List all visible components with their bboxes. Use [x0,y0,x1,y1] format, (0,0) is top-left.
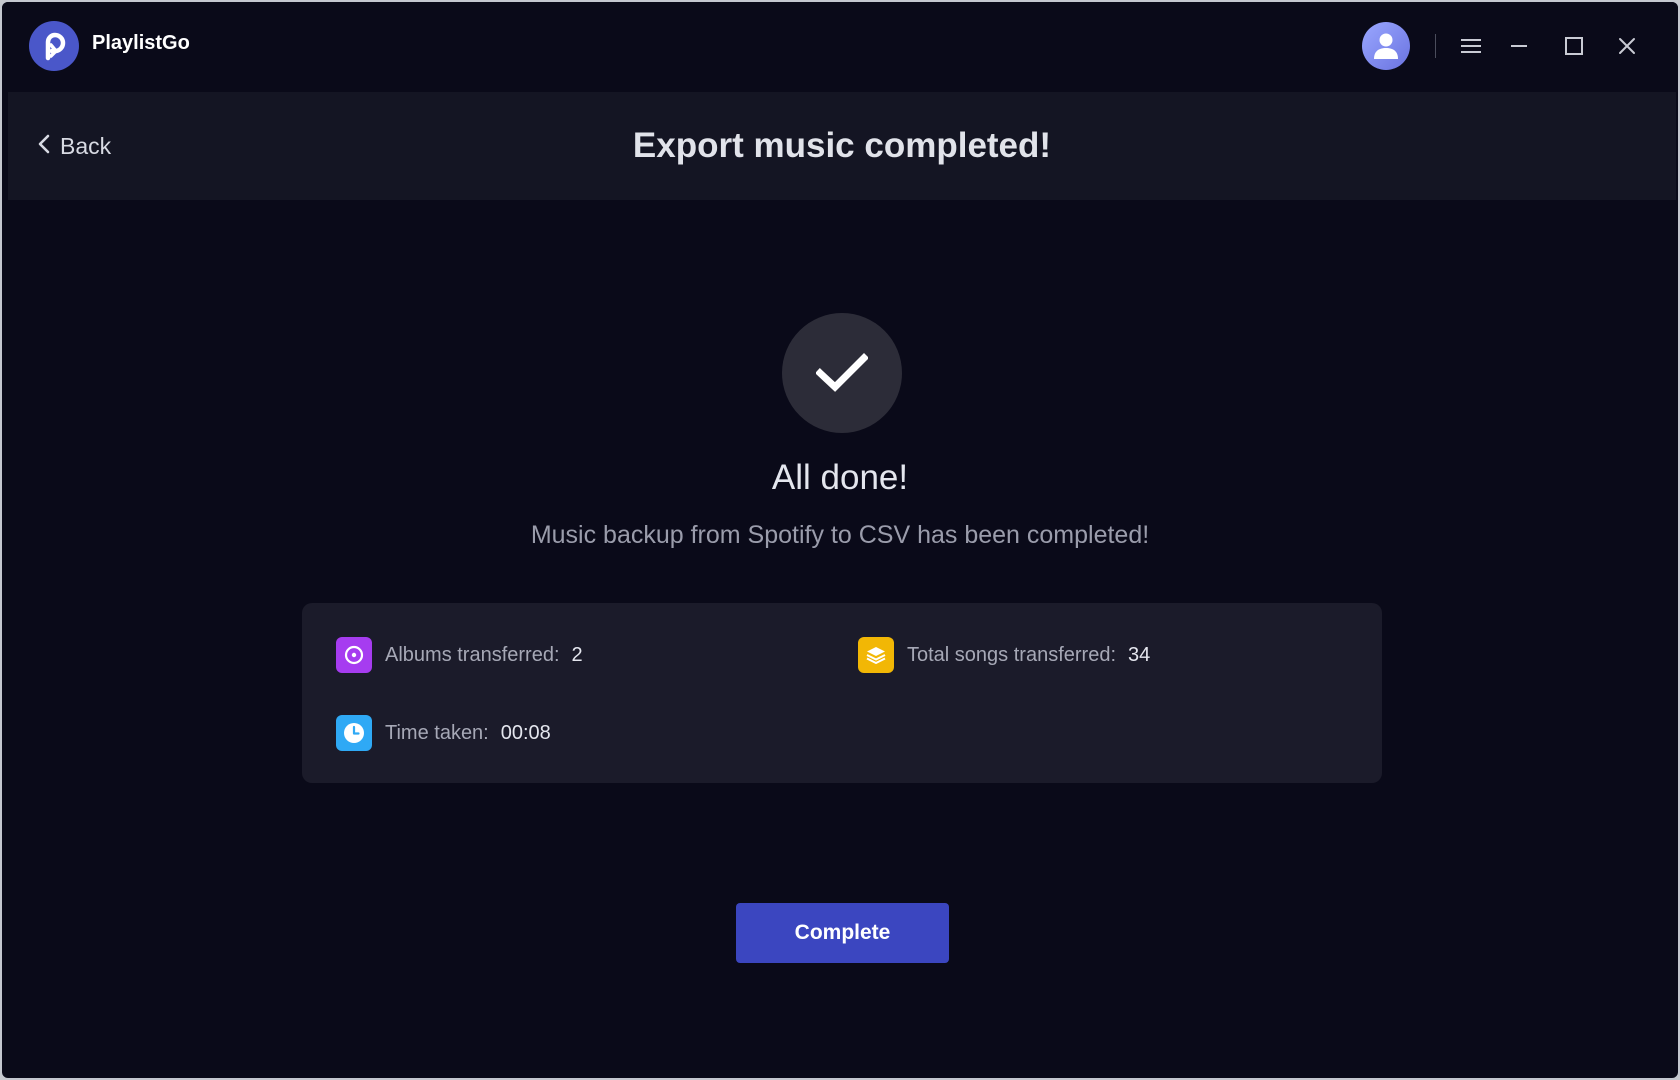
stat-albums-label: Albums transferred: [385,643,560,666]
title-bar: PlaylistGo [2,2,1678,90]
complete-button[interactable]: Complete [736,903,949,963]
close-icon[interactable] [1611,30,1643,62]
result-subtitle: Music backup from Spotify to CSV has bee… [530,521,1150,549]
stats-card: Albums transferred: 2 Total songs transf… [302,603,1382,783]
stat-time-label: Time taken: [385,721,489,744]
app-window: PlaylistGo Export music completed! Back … [0,0,1680,1080]
back-button[interactable]: Back [38,130,111,162]
clock-icon [336,715,372,751]
back-label: Back [60,132,112,159]
stat-albums: Albums transferred: 2 [336,637,583,673]
minimize-icon[interactable] [1503,30,1535,62]
result-title: All done! [771,458,909,497]
album-icon [336,637,372,673]
stat-time-value: 00:08 [500,721,551,744]
maximize-icon[interactable] [1558,30,1590,62]
stat-albums-value: 2 [571,643,583,666]
titlebar-divider [1435,34,1436,58]
page-title: Export music completed! [632,126,1052,165]
user-avatar-icon[interactable] [1362,22,1410,70]
app-logo-icon [29,21,79,71]
menu-icon[interactable] [1455,30,1487,62]
page-header: Export music completed! Back [8,92,1676,200]
stat-songs-label: Total songs transferred: [907,643,1116,666]
layers-icon [858,637,894,673]
chevron-left-icon [38,133,50,160]
stat-songs: Total songs transferred: 34 [858,637,1150,673]
stat-time: Time taken: 00:08 [336,715,551,751]
stat-songs-value: 34 [1128,643,1151,666]
app-name: PlaylistGo [92,32,190,54]
checkmark-icon [782,313,902,433]
